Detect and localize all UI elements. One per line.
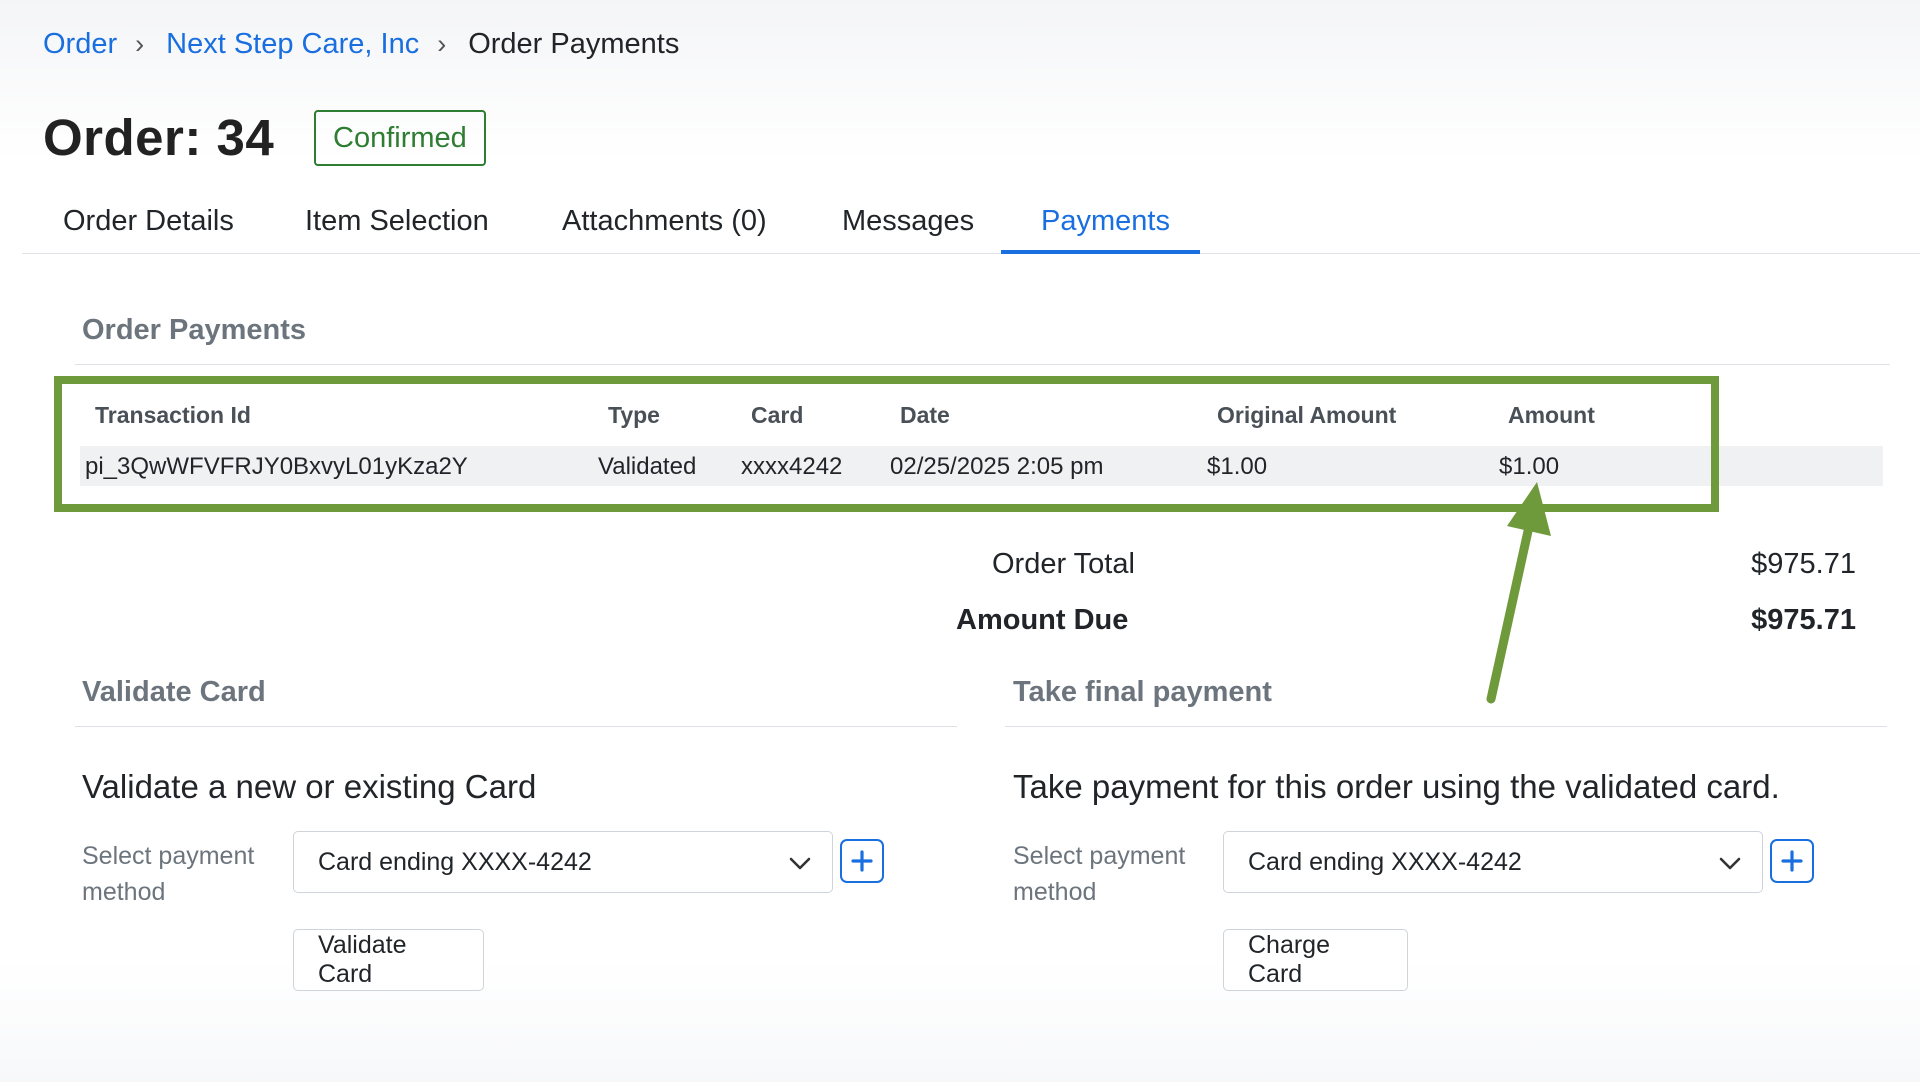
tab-order-details[interactable]: Order Details: [63, 196, 234, 254]
payment-method-selected: Card ending XXXX-4242: [318, 847, 592, 876]
order-payments-heading: Order Payments: [82, 314, 307, 346]
amount-due-label: Amount Due: [956, 604, 1129, 636]
validate-card-heading: Validate Card: [82, 676, 266, 708]
charge-card-button[interactable]: Charge Card: [1223, 929, 1408, 991]
breadcrumb-link-customer[interactable]: Next Step Care, Inc: [166, 28, 419, 61]
section-divider: [75, 726, 957, 727]
order-total-label: Order Total: [992, 548, 1135, 580]
final-payment-method-select[interactable]: Card ending XXXX-4242: [1223, 831, 1763, 893]
tab-bar: Order Details Item Selection Attachments…: [22, 196, 1920, 254]
final-payment-method-selected: Card ending XXXX-4242: [1248, 847, 1522, 876]
add-payment-method-button[interactable]: [840, 839, 884, 883]
breadcrumb: Order › Next Step Care, Inc › Order Paym…: [43, 24, 679, 64]
tab-messages[interactable]: Messages: [842, 196, 974, 254]
chevron-down-icon: [789, 857, 811, 870]
tab-attachments[interactable]: Attachments (0): [562, 196, 767, 254]
final-payment-subheading: Take payment for this order using the va…: [1013, 768, 1780, 805]
arrow-annotation: [1486, 482, 1551, 704]
order-total-value: $975.71: [1751, 548, 1856, 580]
chevron-down-icon: [1719, 857, 1741, 870]
chevron-right-icon: ›: [437, 28, 447, 59]
amount-due-value: $975.71: [1751, 604, 1856, 636]
status-badge: Confirmed: [314, 110, 486, 166]
breadcrumb-current: Order Payments: [468, 27, 680, 60]
section-divider: [1005, 726, 1887, 727]
payment-method-select[interactable]: Card ending XXXX-4242: [293, 831, 833, 893]
active-tab-indicator: [1001, 250, 1200, 254]
validate-card-subheading: Validate a new or existing Card: [82, 768, 537, 805]
tab-payments[interactable]: Payments: [1041, 196, 1170, 254]
payment-method-label: Select payment method: [82, 842, 255, 906]
page-title: Order: 34: [43, 109, 275, 166]
tab-item-selection[interactable]: Item Selection: [305, 196, 489, 254]
final-payment-heading: Take final payment: [1013, 676, 1272, 708]
validate-card-button[interactable]: Validate Card: [293, 929, 484, 991]
breadcrumb-link-order[interactable]: Order: [43, 28, 117, 61]
plus-icon: [1781, 850, 1803, 872]
chevron-right-icon: ›: [135, 28, 145, 59]
section-divider: [75, 364, 1890, 365]
add-final-payment-method-button[interactable]: [1770, 839, 1814, 883]
payment-method-label: Select payment method: [1013, 842, 1186, 906]
plus-icon: [851, 850, 873, 872]
